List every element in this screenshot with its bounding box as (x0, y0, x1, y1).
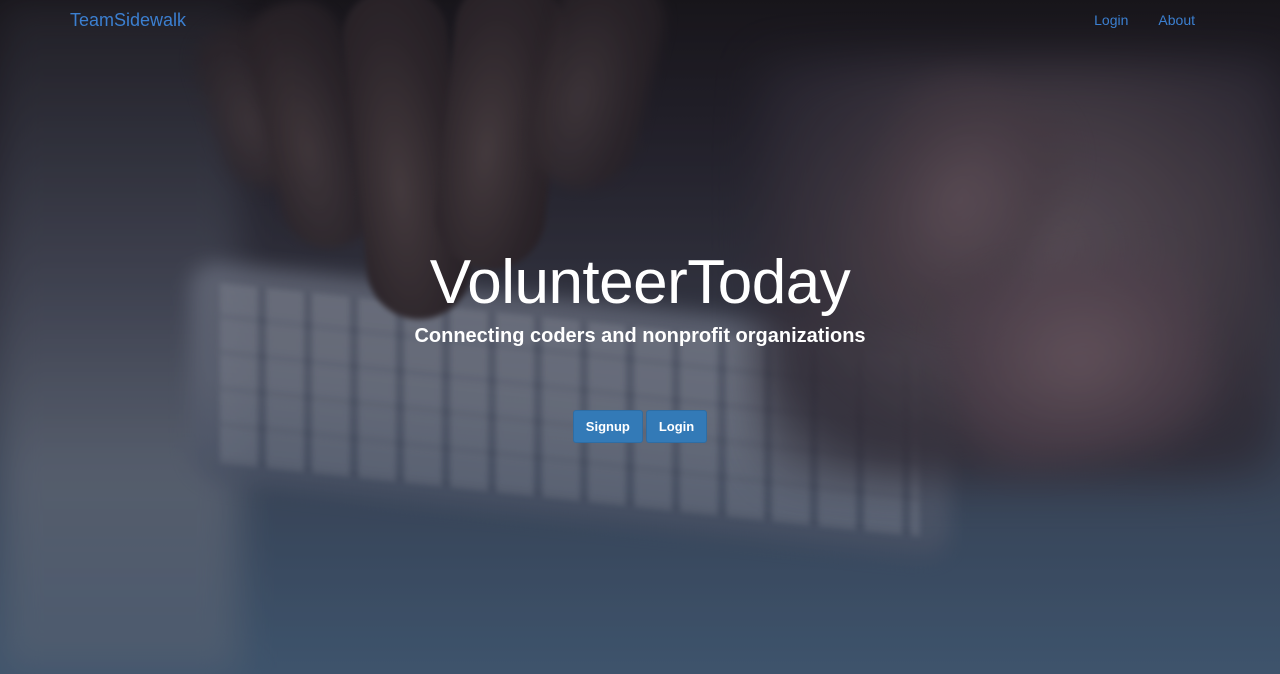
nav-about-link[interactable]: About (1158, 12, 1195, 28)
page-title: VolunteerToday (429, 248, 851, 317)
login-button[interactable]: Login (645, 410, 708, 443)
navbar: TeamSidewalk Login About (0, 0, 1280, 40)
hero-section: TeamSidewalk Login About VolunteerToday … (0, 0, 1280, 674)
hero-text: VolunteerToday Connecting coders and non… (0, 245, 1280, 348)
signup-button[interactable]: Signup (572, 410, 643, 443)
page-subtitle: Connecting coders and nonprofit organiza… (414, 325, 866, 347)
hero-buttons: Signup Login (0, 410, 1280, 443)
nav-links: Login About (1094, 12, 1195, 28)
nav-login-link[interactable]: Login (1094, 12, 1128, 28)
brand-link[interactable]: TeamSidewalk (70, 10, 186, 31)
